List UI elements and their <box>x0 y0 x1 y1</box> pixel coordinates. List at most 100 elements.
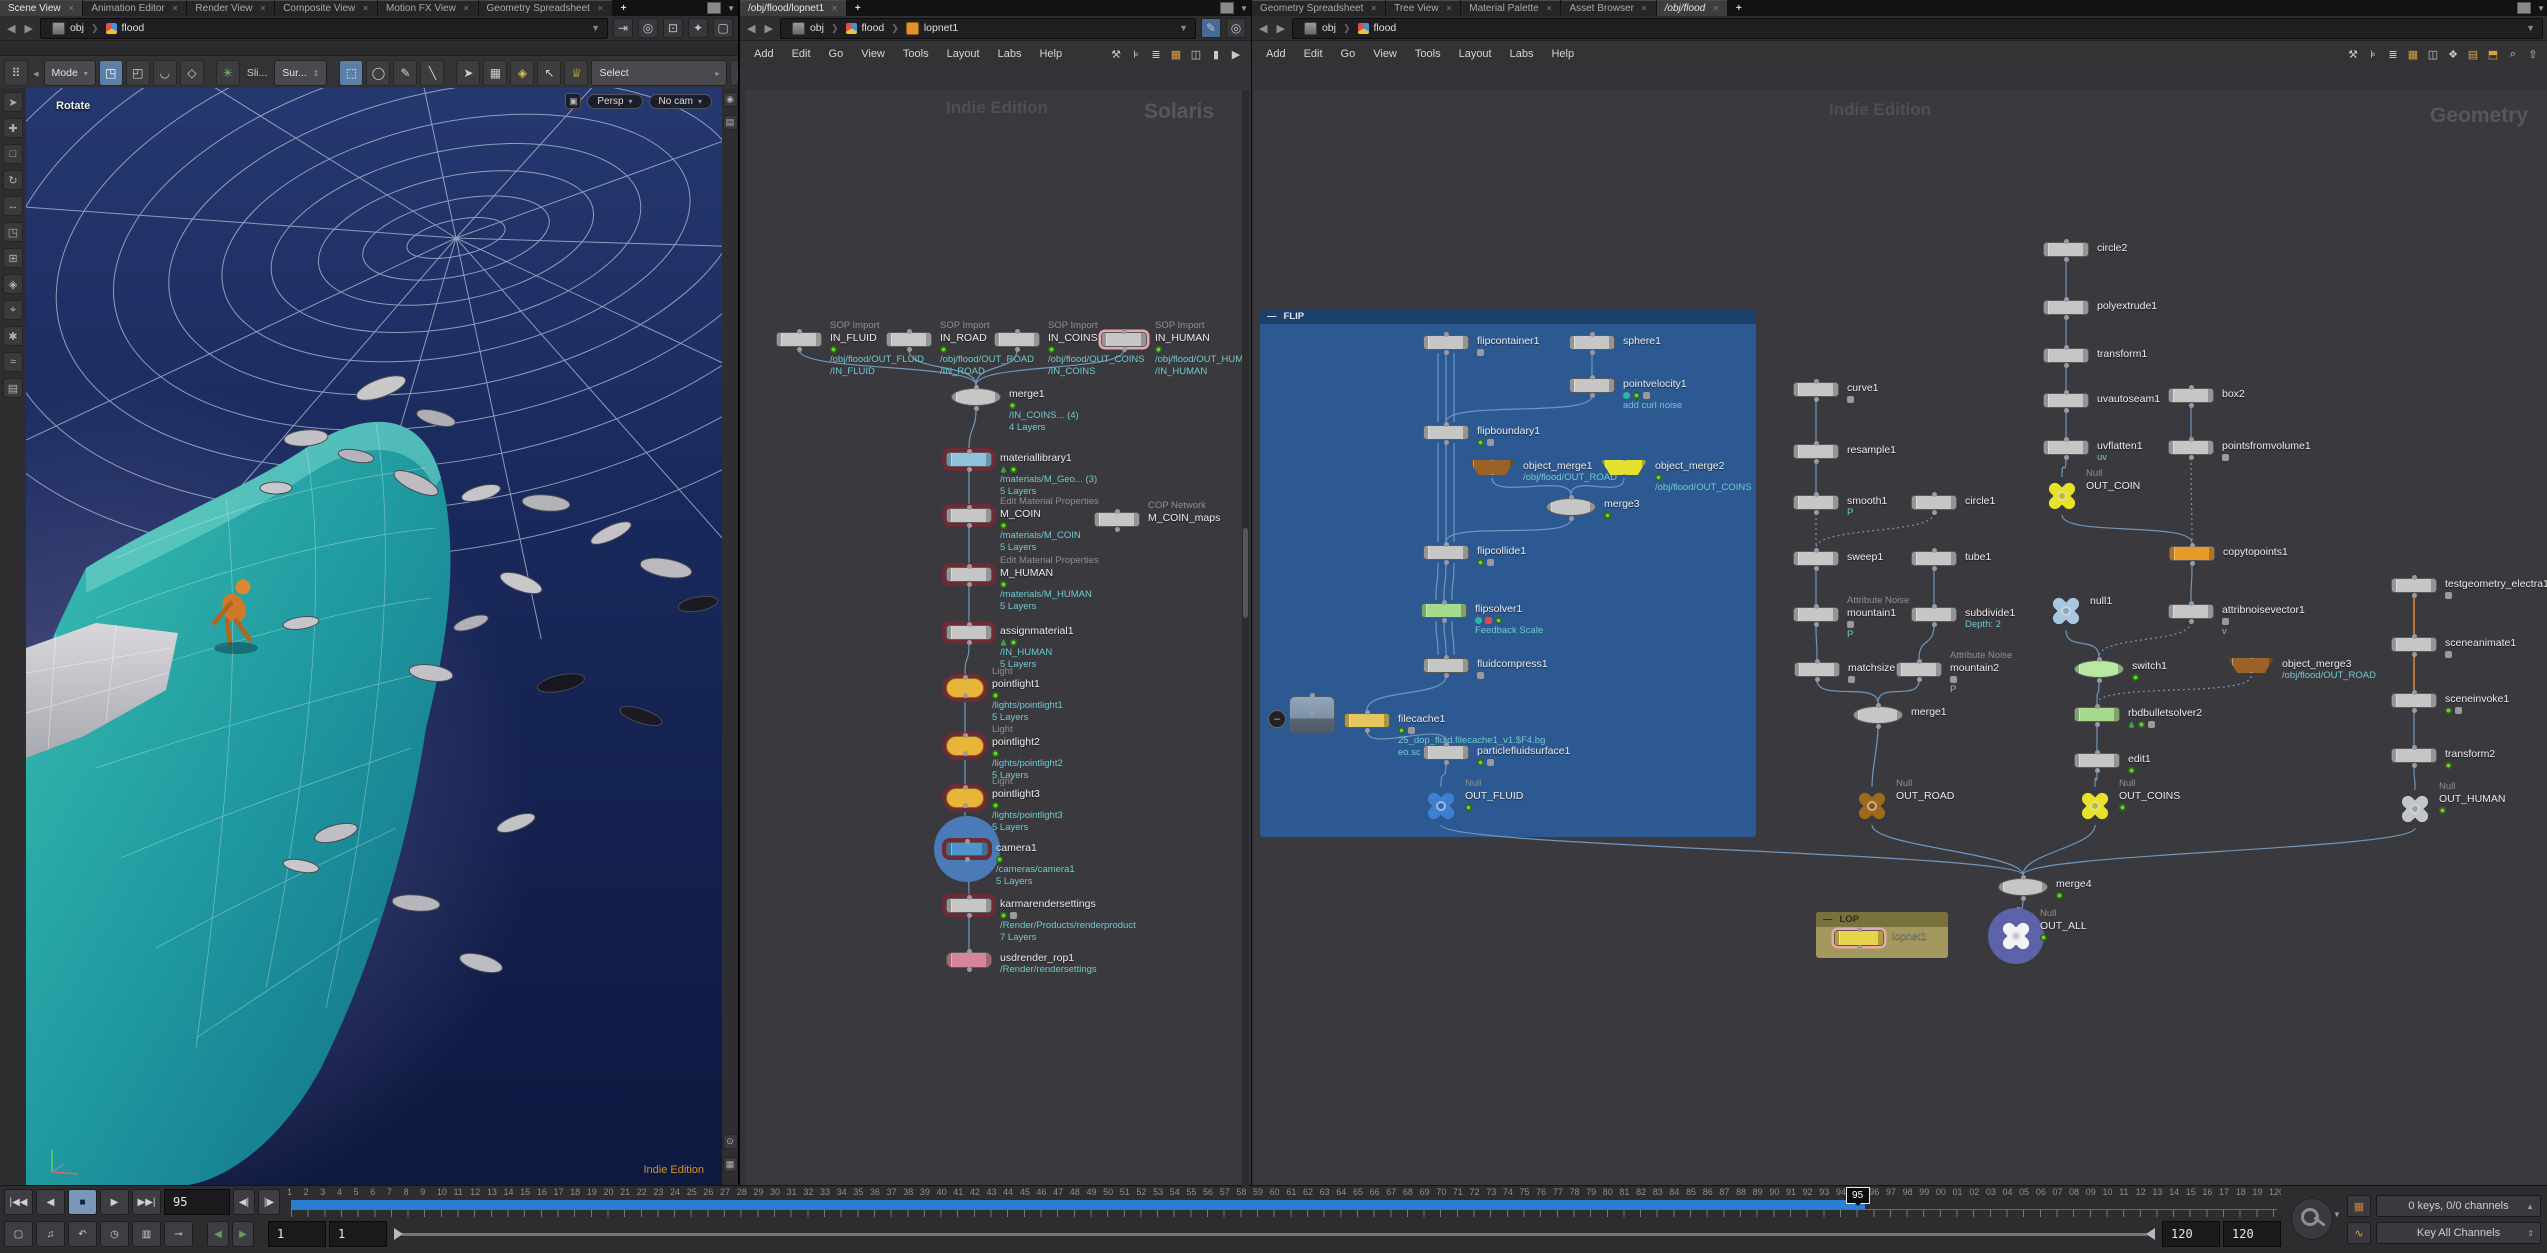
marquee-select-icon[interactable]: ⬚ <box>339 60 363 86</box>
keyframe-settings-icon[interactable]: ⊸ <box>164 1221 193 1247</box>
node-curve1[interactable]: curve1 <box>1793 382 1839 397</box>
node-m_coin_maps[interactable]: COP NetworkM_COIN_maps <box>1094 512 1140 527</box>
node-assignmaterial1[interactable]: assignmaterial1/IN_HUMAN5 Layers <box>946 625 992 640</box>
node-body[interactable] <box>2169 546 2215 561</box>
new-tab-button[interactable]: + <box>613 0 635 16</box>
pattern-select-icon[interactable]: ▦ <box>483 60 507 86</box>
node-body[interactable] <box>1546 498 1596 516</box>
image-plane-icon[interactable]: ⬒ <box>2484 46 2502 62</box>
channels-icon[interactable]: ▦ <box>2347 1195 2371 1217</box>
node-body[interactable] <box>1911 495 1957 510</box>
lock-icon[interactable] <box>1477 349 1484 356</box>
play-reverse-button[interactable]: ◀ <box>36 1189 65 1215</box>
display-flag-icon[interactable] <box>1000 581 1007 588</box>
tab-composite-view[interactable]: Composite View✕ <box>275 0 377 16</box>
node-body[interactable] <box>2168 388 2214 403</box>
node-body[interactable] <box>1423 658 1469 673</box>
playhead[interactable]: 95 <box>1846 1187 1870 1204</box>
play-button[interactable]: ▶ <box>100 1189 129 1215</box>
panes-icon[interactable]: ◫ <box>2424 46 2442 62</box>
key-dropdown-icon[interactable]: ▼ <box>2333 1210 2341 1219</box>
menu-layout[interactable]: Layout <box>1451 46 1500 62</box>
select-hierarchy-icon[interactable]: ✳ <box>216 60 240 86</box>
node-in_human[interactable]: SOP ImportIN_HUMAN/obj/flood/OUT_HUMAN/I… <box>1101 332 1147 347</box>
node-m_coin[interactable]: Edit Material PropertiesM_COIN/materials… <box>946 508 992 523</box>
tick-settings-icon[interactable]: ▥ <box>132 1221 161 1247</box>
node-body[interactable] <box>946 788 984 808</box>
node-pointlight1[interactable]: Lightpointlight1/lights/pointlight15 Lay… <box>946 678 984 698</box>
display-flag-icon[interactable] <box>2445 762 2452 769</box>
tree-icon[interactable]: ⊧ <box>1127 46 1145 62</box>
template-icon[interactable] <box>1000 466 1007 473</box>
node-body[interactable] <box>1289 696 1335 734</box>
node-m_human[interactable]: Edit Material PropertiesM_HUMAN/material… <box>946 567 992 582</box>
tab-animation-editor[interactable]: Animation Editor✕ <box>83 0 186 16</box>
node-body[interactable] <box>1911 607 1957 622</box>
lock-icon[interactable] <box>2148 721 2155 728</box>
follow-icon[interactable]: ◎ <box>1226 18 1246 38</box>
display-flag-icon[interactable] <box>1009 402 1016 409</box>
node-body[interactable] <box>946 678 984 698</box>
forward-icon[interactable]: ▶ <box>1274 22 1286 35</box>
divider-icon[interactable]: ▮ <box>1207 46 1225 62</box>
close-tab-icon[interactable]: ✕ <box>1446 4 1453 13</box>
expand-icon[interactable]: ▶ <box>1227 46 1245 62</box>
node-body[interactable] <box>1423 545 1469 560</box>
node-body[interactable] <box>2050 595 2082 627</box>
geo-network-canvas[interactable]: Indie Edition Geometry —FLIP—LOPflipcont… <box>1254 90 2547 1186</box>
display-flag-icon[interactable] <box>2128 767 2135 774</box>
rotate-icon[interactable]: ↻ <box>3 170 23 190</box>
node-sceneinvoke1[interactable]: sceneinvoke1 <box>2391 693 2437 708</box>
pane-menu-icon[interactable]: ▼ <box>1240 4 1248 13</box>
display-flag-icon[interactable] <box>1495 617 1502 624</box>
close-tab-icon[interactable]: ✕ <box>68 4 75 13</box>
edit-context-icon[interactable]: ✎ <box>1201 18 1221 38</box>
node-copytopoints1[interactable]: copytopoints1 <box>2169 546 2215 561</box>
node-body[interactable] <box>2000 920 2032 952</box>
laser-select-icon[interactable]: ╲ <box>420 60 444 86</box>
display-flag-icon[interactable] <box>1155 346 1162 353</box>
node-edit1[interactable]: edit1 <box>2074 753 2120 768</box>
geo-breadcrumb[interactable]: obj ❯ flood ▼ <box>1292 18 2543 39</box>
select-components-icon[interactable]: ◰ <box>126 60 150 86</box>
node-out_all[interactable]: NullOUT_ALL <box>2000 920 2032 952</box>
select-dynamics-icon[interactable]: ◡ <box>153 60 177 86</box>
unlocked-icon[interactable] <box>1485 617 1492 624</box>
template-icon[interactable] <box>2128 721 2135 728</box>
scrollbar[interactable] <box>1242 90 1249 1186</box>
new-tab-button[interactable]: + <box>1728 0 1750 16</box>
node-body[interactable] <box>2043 242 2089 257</box>
node-body[interactable] <box>946 625 992 640</box>
node-particlefluidsurface1[interactable]: particlefluidsurface1 <box>1423 745 1469 760</box>
palette-icon[interactable]: ▦ <box>2404 46 2422 62</box>
notes-icon[interactable]: ▤ <box>2464 46 2482 62</box>
current-frame-field[interactable]: 95 <box>164 1189 230 1215</box>
breadcrumb-obj[interactable]: obj <box>45 22 91 35</box>
close-tab-icon[interactable]: ✕ <box>260 4 267 13</box>
node-sceneanimate1[interactable]: sceneanimate1 <box>2391 637 2437 652</box>
node-box2[interactable]: box2 <box>2168 388 2214 403</box>
menu-labs[interactable]: Labs <box>1502 46 1542 62</box>
pane-maximize-icon[interactable] <box>707 2 721 14</box>
tab--obj-flood[interactable]: /obj/flood✕ <box>1657 0 1727 16</box>
move-icon[interactable]: ✚ <box>3 118 23 138</box>
breadcrumb-lopnet1[interactable]: lopnet1 <box>899 22 965 35</box>
lop-breadcrumb[interactable]: obj ❯ flood ❯ lopnet1 ▼ <box>780 18 1196 39</box>
node-body[interactable] <box>2043 300 2089 315</box>
node-testgeometry_electra1[interactable]: testgeometry_electra1 <box>2391 578 2437 593</box>
breadcrumb-obj[interactable]: obj <box>785 22 831 35</box>
node-merge1[interactable]: merge1/IN_COINS... (4)4 Layers <box>951 388 1001 406</box>
node-camera1[interactable]: camera1/cameras/camera15 Layers <box>946 842 988 856</box>
toolbar-handle-icon[interactable]: ⠿ <box>4 60 28 86</box>
tools-icon[interactable]: ⚒ <box>2344 46 2362 62</box>
lock-icon[interactable] <box>1847 621 1854 628</box>
breadcrumb-obj[interactable]: obj <box>1297 22 1343 35</box>
node-body[interactable] <box>1569 378 1615 393</box>
node-body[interactable] <box>1834 930 1884 946</box>
node-in_fluid[interactable]: SOP ImportIN_FLUID/obj/flood/OUT_FLUID/I… <box>776 332 822 347</box>
audio-icon[interactable]: ♫ <box>36 1221 65 1247</box>
lock-icon[interactable] <box>1487 559 1494 566</box>
node-pointsfromvolume1[interactable]: pointsfromvolume1 <box>2168 440 2214 455</box>
lock-icon[interactable] <box>1010 912 1017 919</box>
go-end-button[interactable]: ▶▶| <box>132 1189 161 1215</box>
